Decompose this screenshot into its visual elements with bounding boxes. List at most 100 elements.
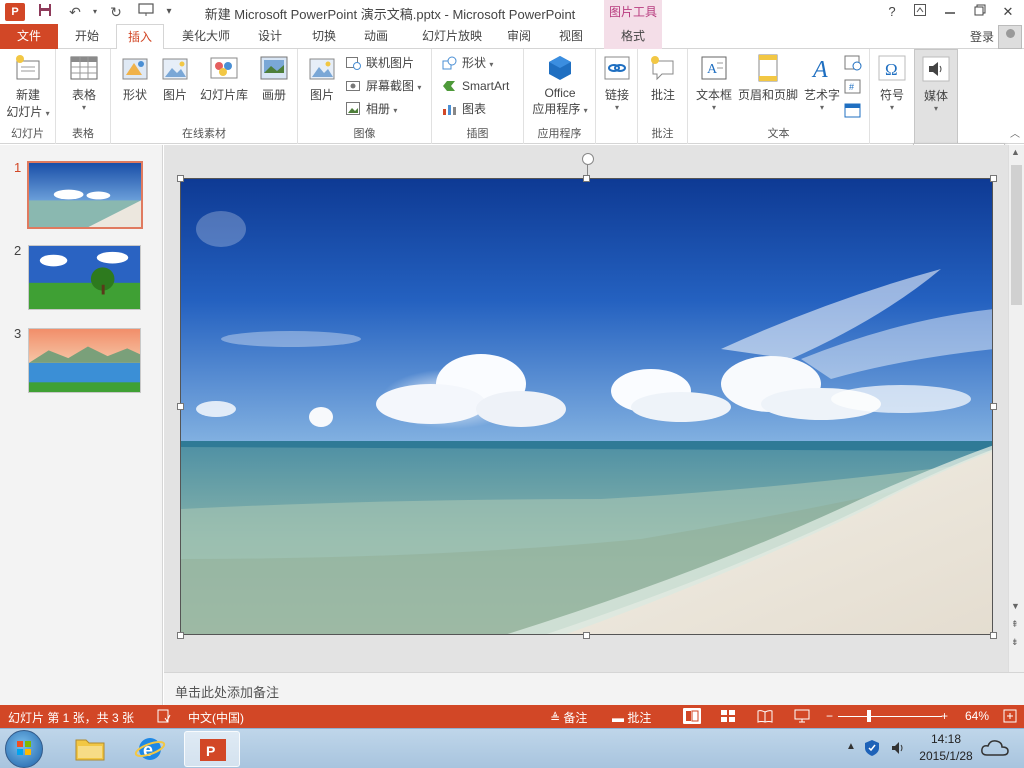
tab-format[interactable]: 格式 [604,24,662,49]
fit-slide-icon[interactable] [1003,709,1017,726]
insert-picture-icon [307,53,337,83]
new-slide-button[interactable]: 新建 幻灯片 ▾ [4,53,52,120]
tab-design[interactable]: 设计 [248,24,292,49]
clock-time[interactable]: 14:18 [918,732,974,746]
photo-album-button[interactable]: 相册 ▾ [346,99,397,119]
slide-thumbnail-3[interactable] [28,328,141,393]
slide-thumbnail-1[interactable] [27,161,143,229]
screenshot-button[interactable]: 屏幕截图 ▾ [346,76,421,96]
slide-picture[interactable] [180,178,993,635]
slide-sorter-view-icon[interactable] [720,709,736,726]
spell-check-icon[interactable] [157,709,171,726]
login-link[interactable]: 登录 [970,28,994,45]
normal-view-icon[interactable] [683,708,701,724]
clock-date[interactable]: 2015/1/28 [912,749,980,763]
notes-toggle[interactable]: ≜ 备注 [550,709,587,726]
resize-handle-bottom-right[interactable] [990,632,997,639]
zoom-level[interactable]: 64% [965,709,989,723]
collapse-ribbon-icon[interactable]: ︿ [1010,125,1020,140]
zoom-in-button[interactable]: + [941,709,948,723]
scroll-down-icon[interactable]: ▼ [1011,601,1020,611]
comment-label: 批注 [650,88,675,102]
resize-handle-bottom-left[interactable] [177,632,184,639]
zoom-slider-thumb[interactable] [867,710,871,722]
minimize-icon[interactable] [936,2,964,22]
object-icon[interactable] [844,103,862,119]
slide-thumbnail-2[interactable] [28,245,141,310]
tab-home[interactable]: 开始 [62,24,112,49]
slide-number-icon[interactable]: # [844,79,862,95]
textbox-button[interactable]: A 文本框 ▾ [694,53,734,112]
comments-toggle[interactable]: ▬ 批注 [612,709,651,726]
notes-pane[interactable]: 单击此处添加备注 [164,672,1024,705]
table-dropdown-icon: ▾ [81,103,86,112]
link-button[interactable]: 链接 ▾ [598,53,636,112]
group-symbols: Ω 符号 ▾ [870,49,914,144]
slideshow-view-icon[interactable] [794,709,810,726]
header-footer-button[interactable]: 页眉和页脚 [736,53,800,103]
resize-handle-top-right[interactable] [990,175,997,182]
zoom-slider[interactable] [838,716,942,717]
taskbar-internet-explorer[interactable]: e [122,731,178,767]
chart-button[interactable]: 图表 [442,99,486,119]
shapes-button[interactable]: 形状 ▾ [442,53,493,73]
zoom-out-button[interactable]: − [826,709,833,723]
comment-button[interactable]: 批注 [644,53,682,103]
online-picture-small-button[interactable]: 联机图片 [346,53,414,73]
media-button[interactable]: 媒体 ▾ [914,49,958,144]
help-button[interactable]: ? [878,2,906,22]
volume-icon[interactable] [890,739,908,760]
language-indicator[interactable]: 中文(中国) [188,709,244,726]
tab-transitions[interactable]: 切换 [302,24,346,49]
tab-review[interactable]: 审阅 [498,24,540,49]
media-label: 媒体 [923,89,948,103]
resize-handle-top-left[interactable] [177,175,184,182]
close-icon[interactable]: ✕ [994,2,1022,22]
resize-handle-right[interactable] [990,403,997,410]
resize-handle-top[interactable] [583,175,590,182]
vertical-scrollbar[interactable]: ▲ ▼ ⇞ ⇟ [1008,145,1024,672]
header-footer-label: 页眉和页脚 [737,88,798,102]
show-hidden-icons[interactable]: ▲ [846,741,856,752]
next-slide-icon[interactable]: ⇟ [1011,637,1019,648]
restore-icon[interactable] [966,2,994,22]
scroll-up-icon[interactable]: ▲ [1011,147,1020,157]
tab-file[interactable]: 文件 [0,24,58,49]
table-icon [69,53,99,83]
resize-handle-left[interactable] [177,403,184,410]
slide-library-button[interactable]: 幻灯片库 [197,53,251,103]
taskbar-explorer[interactable] [62,731,118,767]
picture-button[interactable]: 图片 [304,53,340,103]
album-button[interactable]: 画册 [255,53,293,103]
taskbar-powerpoint[interactable]: P [184,731,240,767]
group-label-slides: 幻灯片 [11,128,44,140]
title-bar: P ↶ ▾ ↻ ▾ 新建 Microsoft PowerPoint 演示文稿.p… [0,0,1024,24]
group-comments: 批注 批注 [638,49,688,144]
tab-animations[interactable]: 动画 [354,24,398,49]
symbol-button[interactable]: Ω 符号 ▾ [874,53,910,112]
date-time-icon[interactable] [844,55,862,71]
tab-view[interactable]: 视图 [550,24,592,49]
online-picture-button[interactable]: 图片 [157,53,193,103]
resize-handle-bottom[interactable] [583,632,590,639]
group-label-text: 文本 [767,128,790,140]
online-shapes-button[interactable]: 形状 [117,53,153,103]
smartart-button[interactable]: SmartArt [442,76,509,96]
rotate-handle[interactable] [582,153,594,165]
link-dropdown-icon: ▾ [614,103,619,112]
table-button[interactable]: 表格 ▾ [64,53,104,112]
previous-slide-icon[interactable]: ⇞ [1011,619,1019,630]
tab-beautify[interactable]: 美化大师 [170,24,242,49]
scrollbar-thumb[interactable] [1011,165,1022,305]
wordart-button[interactable]: A 艺术字 ▾ [802,53,842,112]
shield-icon[interactable] [864,739,880,760]
reading-view-icon[interactable] [757,709,773,726]
office-apps-button[interactable]: Office 应用程序 ▾ [528,53,592,117]
avatar[interactable] [998,25,1022,49]
tab-slideshow[interactable]: 幻灯片放映 [410,24,494,49]
cloud-icon[interactable] [980,737,1010,762]
ribbon-display-options-icon[interactable] [906,2,934,22]
tab-insert[interactable]: 插入 [116,24,164,50]
start-button[interactable] [5,730,43,768]
ribbon-tabs: 文件 开始 插入 美化大师 设计 切换 动画 幻灯片放映 审阅 视图 格式 登录 [0,24,1024,50]
